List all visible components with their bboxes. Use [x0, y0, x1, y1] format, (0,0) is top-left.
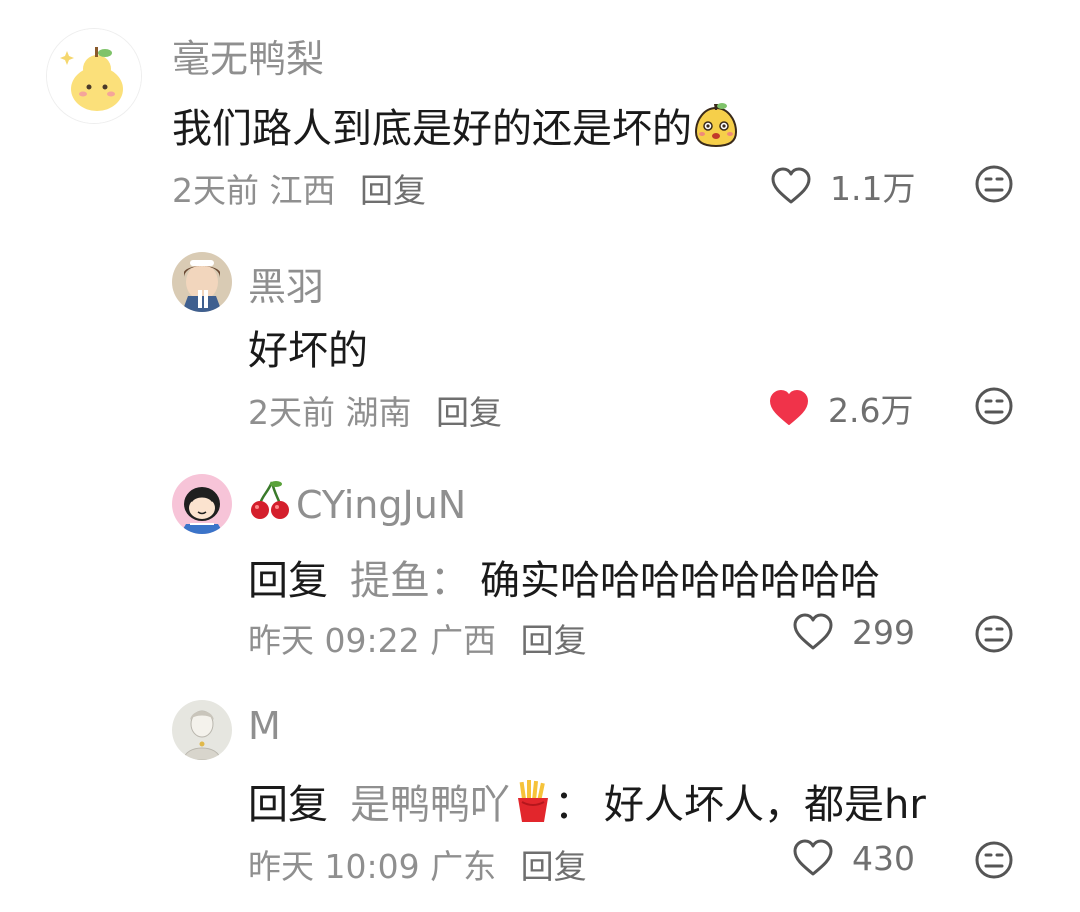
like-count: 2.6万	[828, 391, 914, 430]
username-text: CYingJuN	[296, 483, 467, 527]
like-count: 1.1万	[830, 169, 916, 208]
reply-item: CYingJuN 回复 提鱼： 确实哈哈哈哈哈哈哈哈 昨天 09:22 广西 回复 …	[0, 462, 1080, 682]
comment-location: 湖南	[345, 393, 412, 432]
reply-item: 黑羽 好坏的 2天前 湖南 回复 2.6万	[0, 240, 1080, 450]
reply-prefix: 回复	[248, 782, 328, 828]
comment-location: 广西	[430, 621, 497, 660]
reply-prefix: 回复	[248, 558, 328, 604]
comment-meta: 2天前 江西 回复	[172, 164, 426, 212]
heart-outline-icon	[771, 167, 811, 204]
comment-text-body: 好人坏人，都是hr	[604, 782, 926, 828]
comment-item: 毫无鸭梨 我们路人到底是好的还是坏的 2天前 江西 回复 1.1万	[0, 0, 1080, 230]
heart-outline-icon	[793, 613, 833, 650]
meh-face-icon	[975, 841, 1013, 879]
username[interactable]: 黑羽	[248, 256, 324, 311]
meh-face-icon	[975, 165, 1013, 203]
dislike-button[interactable]	[974, 614, 1014, 658]
pear-icon	[47, 29, 141, 123]
comment-text: 我们路人到底是好的还是坏的	[172, 96, 740, 158]
dislike-button[interactable]	[974, 386, 1014, 430]
comment-time: 昨天 10:09	[248, 847, 420, 886]
reply-button[interactable]: 回复	[436, 393, 502, 432]
like-button[interactable]: 299	[792, 612, 915, 652]
comment-text: 回复 提鱼： 确实哈哈哈哈哈哈哈哈	[248, 548, 880, 606]
reply-button[interactable]: 回复	[521, 621, 587, 660]
fries-emoji-icon	[512, 778, 554, 834]
username[interactable]: CYingJuN	[248, 478, 466, 531]
reply-target-username[interactable]: 提鱼：	[350, 558, 470, 604]
reply-target-username[interactable]: 是鸭鸭吖	[350, 780, 554, 828]
boy-avatar-icon	[172, 252, 232, 312]
reply-target-text: 是鸭鸭吖	[350, 782, 510, 828]
like-button[interactable]: 430	[792, 838, 915, 878]
comment-location: 江西	[269, 171, 336, 210]
comment-text-body: 确实哈哈哈哈哈哈哈哈	[480, 558, 880, 604]
comment-text: 回复 是鸭鸭吖 ：好人坏人，都是hr	[248, 772, 926, 834]
meh-face-icon	[975, 387, 1013, 425]
heart-filled-icon	[770, 390, 808, 425]
comment-time: 昨天 09:22	[248, 621, 420, 660]
like-button[interactable]: 1.1万	[770, 162, 915, 210]
comment-time: 2天前	[172, 171, 259, 210]
like-count: 430	[852, 838, 915, 878]
comment-meta: 昨天 10:09 广东 回复	[248, 840, 587, 888]
avatar[interactable]	[172, 252, 232, 312]
comment-meta: 2天前 湖南 回复	[248, 386, 502, 434]
comment-location: 广东	[430, 847, 497, 886]
reply-button[interactable]: 回复	[360, 171, 426, 210]
reply-button[interactable]: 回复	[521, 847, 587, 886]
heart-outline-icon	[793, 839, 833, 876]
cherry-icon	[248, 478, 292, 531]
dislike-button[interactable]	[974, 840, 1014, 884]
comment-list: 毫无鸭梨 我们路人到底是好的还是坏的 2天前 江西 回复 1.1万 黑羽 好坏的…	[0, 0, 1080, 912]
sketch-avatar-icon	[172, 700, 232, 760]
girl-avatar-icon	[172, 474, 232, 534]
avatar[interactable]	[172, 700, 232, 760]
reply-target-colon: ：	[554, 782, 594, 828]
like-count: 299	[852, 612, 915, 652]
pear-face-emoji-icon	[692, 102, 740, 158]
comment-text: 好坏的	[248, 328, 368, 374]
reply-item: M 回复 是鸭鸭吖 ：好人坏人，都是hr 昨天 10:09 广东 回复 430	[0, 692, 1080, 912]
username[interactable]: 毫无鸭梨	[172, 28, 324, 83]
comment-time: 2天前	[248, 393, 335, 432]
avatar[interactable]	[46, 28, 142, 124]
avatar[interactable]	[172, 474, 232, 534]
meh-face-icon	[975, 615, 1013, 653]
comment-text-body: 我们路人到底是好的还是坏的	[172, 106, 692, 152]
comment-meta: 昨天 09:22 广西 回复	[248, 614, 587, 662]
like-button[interactable]: 2.6万	[768, 384, 913, 432]
dislike-button[interactable]	[974, 164, 1014, 208]
username[interactable]: M	[248, 704, 281, 748]
